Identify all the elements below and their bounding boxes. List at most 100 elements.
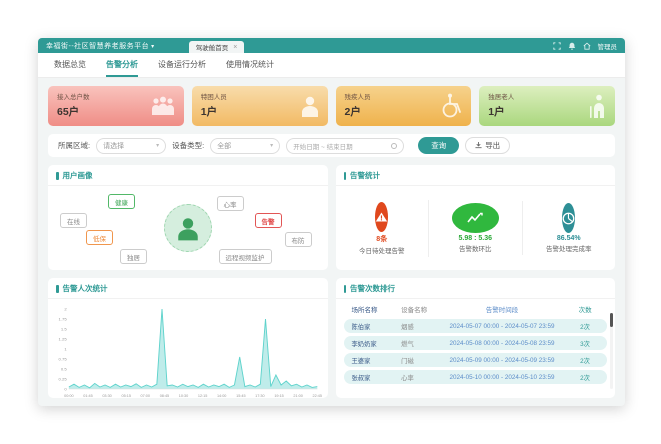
stat-value: 86.54% xyxy=(523,235,616,242)
panel-title: 告警统计 xyxy=(350,170,380,181)
chevron-down-icon: ▾ xyxy=(151,44,155,50)
svg-text:0: 0 xyxy=(64,387,67,392)
stat-value: 5.98 : 5.36 xyxy=(429,235,522,242)
tab-overview[interactable]: 数据总览 xyxy=(54,53,86,77)
tab-usage-analysis[interactable]: 使用情况统计 xyxy=(226,53,274,77)
alarm-trend-chart[interactable]: 21.751.51.2510.750.50.25000:0001:4503:30… xyxy=(48,299,328,398)
scrollbar-thumb[interactable] xyxy=(610,313,613,327)
table-header-cell: 告警时间段 xyxy=(437,304,567,314)
bottom-panels: 告警人次统计 21.751.51.2510.750.50.25000:0001:… xyxy=(48,278,615,398)
nav-tabs: 数据总览 告警分析 设备运行分析 使用情况统计 xyxy=(38,53,625,78)
tag-alarm[interactable]: 告警 xyxy=(255,213,282,228)
svg-text:14:00: 14:00 xyxy=(217,394,226,398)
stat-label: 今日待处理告警 xyxy=(336,245,429,255)
page-content: 接入总户数 65户 特困人员 1户 残疾人员 2户 xyxy=(38,78,625,406)
current-user[interactable]: 管理员 xyxy=(598,41,618,51)
table-cell: 2次 xyxy=(567,356,603,365)
dashboard-window: 幸福街--社区智慧养老服务平台▾ 驾驶舱首页 × 管理员 数据总览 告警分析 设… xyxy=(38,38,625,406)
bell-icon[interactable] xyxy=(568,42,576,50)
panel-header: 告警统计 xyxy=(336,165,616,186)
stat-pending-alarms[interactable]: 8条 今日待处理告警 xyxy=(336,200,430,257)
table-cell: 2024-05-10 00:00 - 2024-05-10 23:59 xyxy=(437,374,567,381)
svg-text:12:15: 12:15 xyxy=(198,394,207,398)
title-accent-bar xyxy=(344,285,347,293)
tag-health[interactable]: 健康 xyxy=(108,194,135,209)
svg-text:22:45: 22:45 xyxy=(313,394,322,398)
table-cell: 2次 xyxy=(567,322,603,331)
stat-handle-rate[interactable]: 86.54% 告警处理完成率 xyxy=(523,201,616,255)
table-row[interactable]: 李奶奶家燃气2024-05-08 00:00 - 2024-05-08 23:5… xyxy=(344,336,608,350)
fullscreen-icon[interactable] xyxy=(553,42,561,50)
window-tab-home[interactable]: 驾驶舱首页 × xyxy=(189,41,245,53)
alarm-stats-body: 8条 今日待处理告警 5.98 : 5.36 告警数环比 xyxy=(336,186,616,270)
device-type-select[interactable]: 全部 ▾ xyxy=(210,138,280,154)
title-accent-bar xyxy=(344,172,347,180)
window-tab-label: 驾驶舱首页 xyxy=(196,42,229,52)
svg-text:07:00: 07:00 xyxy=(141,394,150,398)
export-icon xyxy=(475,142,482,149)
tag-defense[interactable]: 布防 xyxy=(285,232,312,247)
table-row[interactable]: 陈伯家烟感2024-05-07 00:00 - 2024-05-07 23:59… xyxy=(344,319,608,333)
panel-title: 告警人次统计 xyxy=(63,283,108,294)
table-cell: 2次 xyxy=(567,373,603,382)
device-filter-label: 设备类型: xyxy=(172,140,204,151)
home-icon[interactable] xyxy=(583,42,591,50)
trend-icon xyxy=(452,203,499,233)
region-select[interactable]: 请选择 ▾ xyxy=(96,138,166,154)
table-header-cell: 场所名称 xyxy=(348,304,402,314)
svg-text:19:15: 19:15 xyxy=(274,394,283,398)
export-button[interactable]: 导出 xyxy=(465,137,510,154)
avatar[interactable] xyxy=(164,204,212,252)
stat-cards-row: 接入总户数 65户 特困人员 1户 残疾人员 2户 xyxy=(48,86,615,126)
svg-text:21:00: 21:00 xyxy=(293,394,302,398)
date-range-placeholder: 开始日期 ~ 结束日期 xyxy=(293,141,352,151)
stat-card-alone[interactable]: 独居老人 1户 xyxy=(479,86,615,126)
title-accent-bar xyxy=(56,172,59,180)
svg-text:10:30: 10:30 xyxy=(179,394,188,398)
table-cell: 门磁 xyxy=(401,356,437,365)
region-select-value: 请选择 xyxy=(103,141,124,151)
svg-text:05:15: 05:15 xyxy=(121,394,130,398)
app-title: 幸福街--社区智慧养老服务平台▾ xyxy=(46,41,155,51)
tag-online[interactable]: 在线 xyxy=(60,213,87,228)
title-accent-bar xyxy=(56,285,59,293)
tag-heart-rate[interactable]: 心率 xyxy=(217,196,244,211)
svg-text:0.5: 0.5 xyxy=(61,367,68,372)
table-cell: 2024-05-09 00:00 - 2024-05-09 23:59 xyxy=(437,357,567,364)
stat-alarm-ratio[interactable]: 5.98 : 5.36 告警数环比 xyxy=(429,201,523,255)
date-range-input[interactable]: 开始日期 ~ 结束日期 xyxy=(286,138,404,154)
alarm-table: 场所名称设备名称告警时间段次数 陈伯家烟感2024-05-07 00:00 - … xyxy=(336,299,616,390)
stat-card-disabled[interactable]: 残疾人员 2户 xyxy=(336,86,472,126)
tag-dibao[interactable]: 低保 xyxy=(86,230,113,245)
tab-device-analysis[interactable]: 设备运行分析 xyxy=(158,53,206,77)
stat-card-tekun[interactable]: 特困人员 1户 xyxy=(192,86,328,126)
elderly-icon xyxy=(587,94,607,118)
table-cell: 3次 xyxy=(567,339,603,348)
svg-text:15:45: 15:45 xyxy=(236,394,245,398)
chevron-down-icon: ▾ xyxy=(270,142,273,149)
table-row[interactable]: 王婆家门磁2024-05-09 00:00 - 2024-05-09 23:59… xyxy=(344,353,608,367)
panel-header: 告警人次统计 xyxy=(48,278,328,299)
profile-body: 在线 健康 低保 独居 心率 告警 布防 远程视频监护 xyxy=(48,186,328,270)
alarm-rank-panel: 告警次数排行 场所名称设备名称告警时间段次数 陈伯家烟感2024-05-07 0… xyxy=(336,278,616,398)
user-profile-panel: 用户画像 在线 健康 低保 独居 心率 告警 布防 远程视频监护 xyxy=(48,165,328,270)
panel-header: 用户画像 xyxy=(48,165,328,186)
query-button[interactable]: 查询 xyxy=(418,137,459,154)
tag-video-monitor[interactable]: 远程视频监护 xyxy=(219,249,272,264)
close-icon[interactable]: × xyxy=(233,44,237,51)
table-scrollbar[interactable] xyxy=(610,313,613,389)
table-cell: 张叔家 xyxy=(348,373,402,382)
clock-icon xyxy=(391,143,397,149)
panel-header: 告警次数排行 xyxy=(336,278,616,299)
tag-alone[interactable]: 独居 xyxy=(120,249,147,264)
svg-text:08:45: 08:45 xyxy=(160,394,169,398)
table-cell: 2024-05-07 00:00 - 2024-05-07 23:59 xyxy=(437,323,567,330)
chevron-down-icon: ▾ xyxy=(156,142,159,149)
device-select-value: 全部 xyxy=(217,141,231,151)
table-header-cell: 次数 xyxy=(567,304,603,314)
tab-alarm-analysis[interactable]: 告警分析 xyxy=(106,53,138,77)
person-icon xyxy=(175,215,201,241)
table-row[interactable]: 张叔家心率2024-05-10 00:00 - 2024-05-10 23:59… xyxy=(344,370,608,384)
stat-card-total[interactable]: 接入总户数 65户 xyxy=(48,86,184,126)
middle-panels: 用户画像 在线 健康 低保 独居 心率 告警 布防 远程视频监护 xyxy=(48,165,615,270)
